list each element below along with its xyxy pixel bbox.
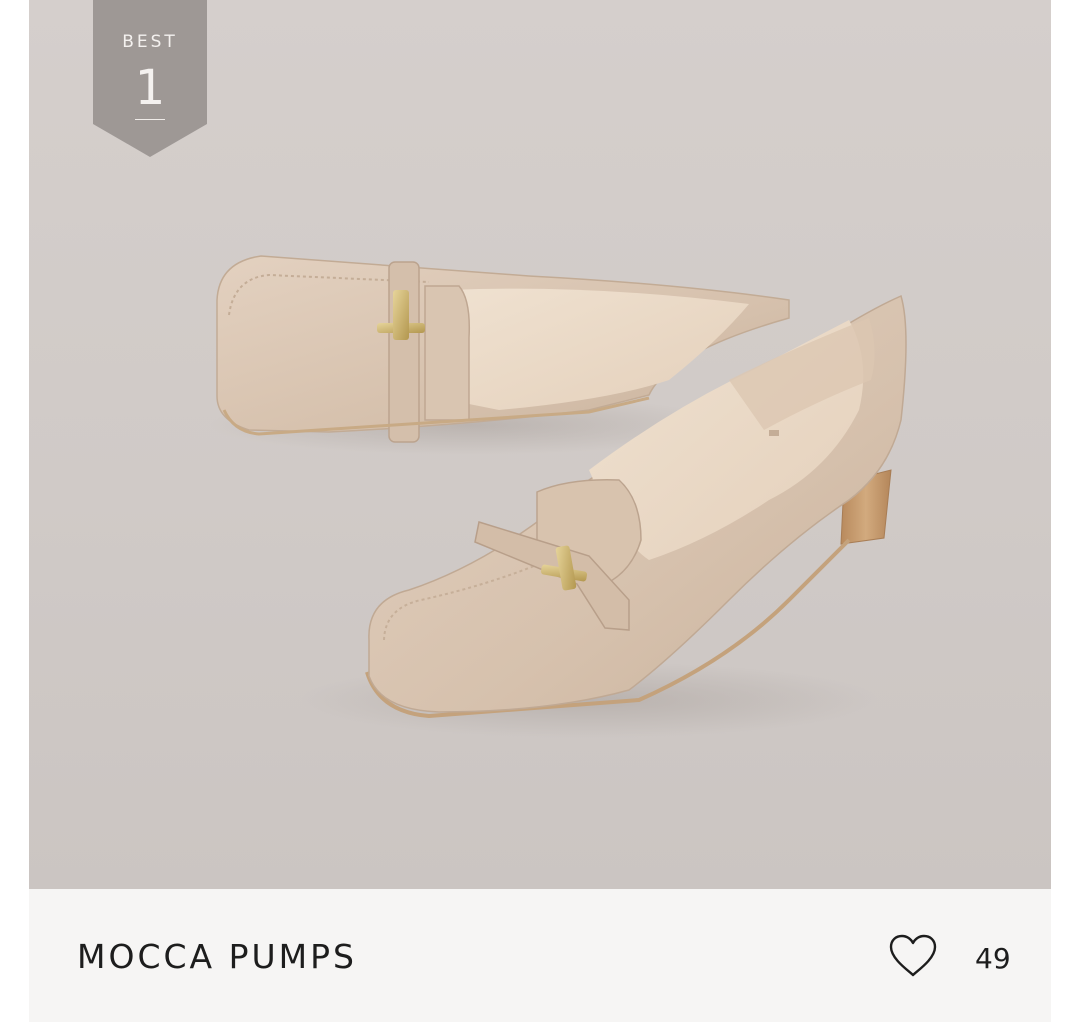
like-button[interactable] [887,933,939,979]
product-name[interactable]: MOCCA PUMPS [77,937,357,977]
like-count: 49 [975,942,1011,975]
product-image[interactable]: BEST 1 [29,0,1051,889]
product-info-bar: MOCCA PUMPS 49 [29,889,1051,1022]
ranking-badge: BEST 1 [93,0,207,157]
product-card[interactable]: BEST 1 MOCCA PUMPS 49 [29,0,1051,1022]
badge-rank: 1 [134,60,166,116]
badge-divider [135,119,165,120]
heart-outline-icon[interactable] [887,933,939,979]
badge-label: BEST [122,32,178,52]
